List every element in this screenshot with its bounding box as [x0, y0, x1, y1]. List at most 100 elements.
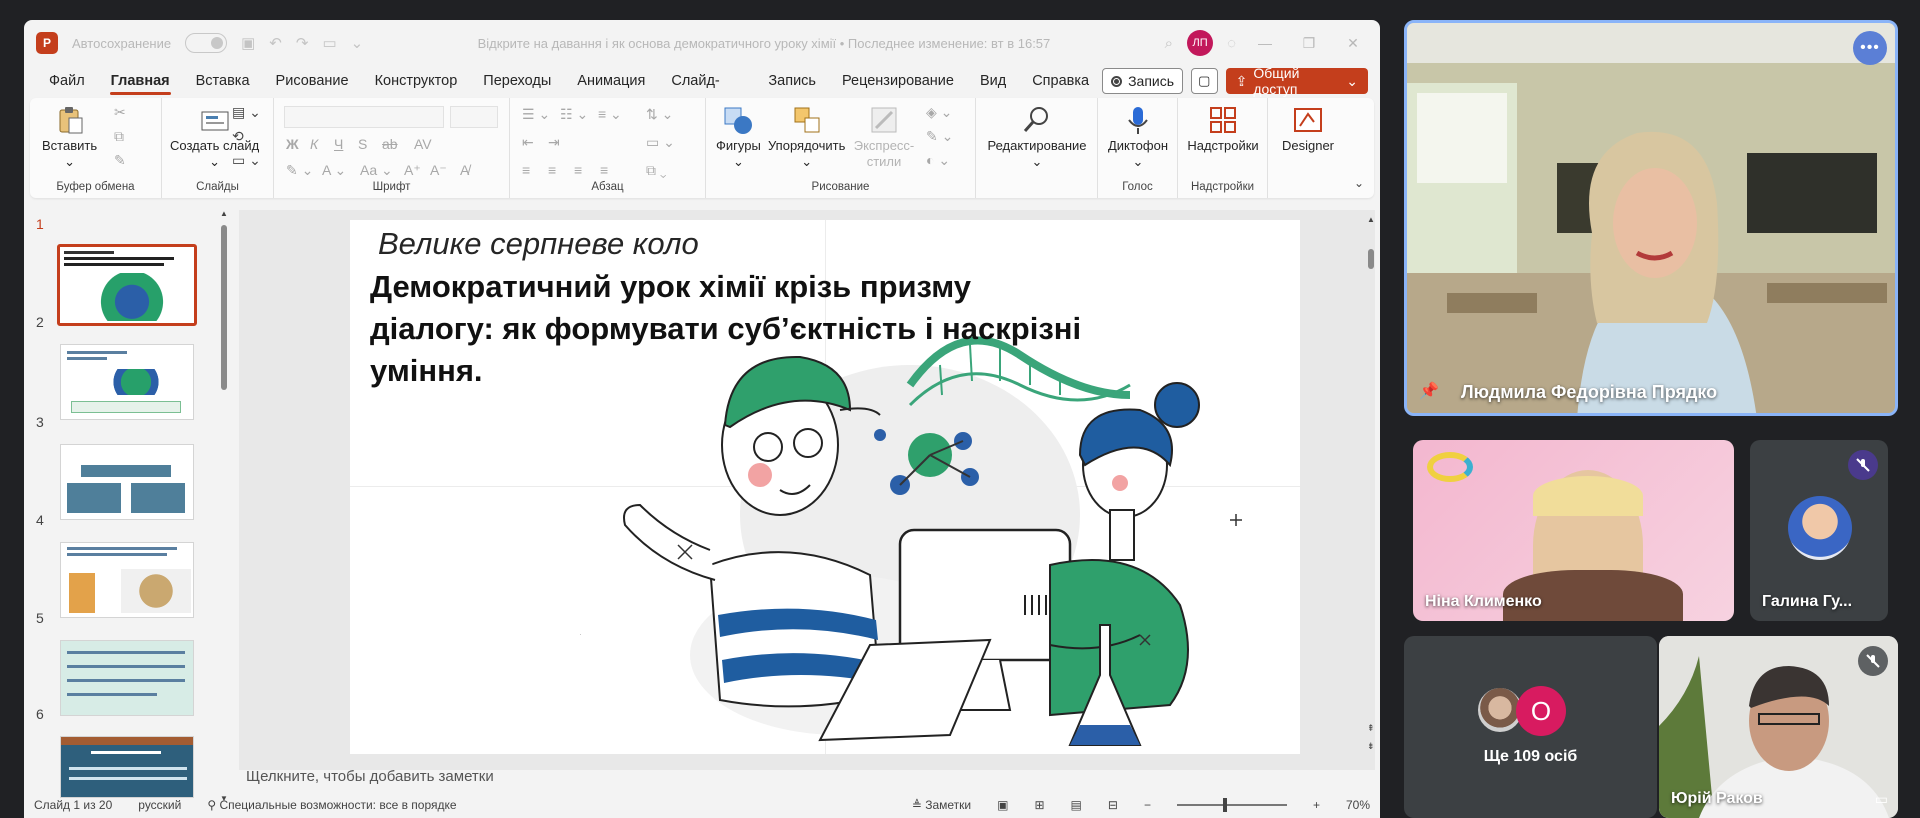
tab-insert[interactable]: Вставка [183, 66, 263, 96]
other-participants-tile[interactable]: О Ще 109 осіб [1404, 636, 1657, 818]
thumbnail-slide-1[interactable] [57, 244, 197, 326]
document-title[interactable]: Відкрите на давання і як основа демократ… [377, 36, 1150, 51]
more-options-icon[interactable]: ••• [1853, 31, 1887, 65]
tab-draw[interactable]: Рисование [263, 66, 362, 96]
cut-icon[interactable]: ✂ [114, 104, 126, 121]
thumbnail-slide-6[interactable] [60, 736, 194, 798]
reset-icon[interactable]: ⟲ [232, 128, 244, 145]
tab-design[interactable]: Конструктор [362, 66, 471, 96]
customize-quick-access-icon[interactable]: ⌄ [351, 34, 364, 52]
accessibility-status[interactable]: ⚲ Специальные возможности: все в порядке [207, 798, 456, 812]
undo-icon[interactable]: ↶ [269, 34, 282, 52]
font-color-icon[interactable]: A ⌄ [322, 162, 346, 179]
increase-font-icon[interactable]: A⁺ [404, 162, 421, 179]
autosave-toggle[interactable] [185, 33, 228, 53]
slide-title[interactable]: Демократичний урок хімії крізь призму ді… [370, 266, 1090, 392]
paste-button[interactable]: Вставить ⌄ [42, 104, 97, 170]
current-slide[interactable]: Велике серпневе коло Демократичний урок … [350, 220, 1300, 754]
slide-subtitle[interactable]: Велике серпневе коло [378, 226, 699, 262]
slide-sorter-icon[interactable]: ⊞ [1034, 798, 1044, 812]
maximize-icon[interactable]: ❐ [1294, 35, 1324, 52]
speaker-video-tile[interactable]: ••• 📌 Людмила Федорівна Прядко [1404, 20, 1898, 416]
layout-icon[interactable]: ▤ ⌄ [232, 104, 261, 121]
decrease-font-icon[interactable]: A⁻ [430, 162, 447, 179]
participant-tile-3[interactable]: Юрій Раков ▭ [1659, 636, 1898, 818]
pin-icon[interactable]: 📌 [1419, 381, 1439, 401]
zoom-in-icon[interactable]: + [1313, 798, 1320, 812]
screen-share-icon[interactable]: ▭ [1875, 791, 1888, 808]
language-indicator[interactable]: русский [138, 798, 181, 812]
record-button[interactable]: Запись [1102, 68, 1184, 94]
search-icon[interactable]: ⌕ [1165, 35, 1173, 52]
thumbnail-slide-2[interactable] [60, 344, 194, 420]
close-icon[interactable]: ✕ [1338, 35, 1368, 52]
tab-transitions[interactable]: Переходы [470, 66, 564, 96]
editing-button[interactable]: Редактирование ⌄ [982, 104, 1092, 170]
minimize-icon[interactable]: — [1250, 35, 1280, 51]
copy-icon[interactable]: ⧉ [114, 128, 124, 145]
bullets-icon[interactable]: ☰ ⌄ [522, 106, 550, 123]
align-left-icon[interactable]: ≡ [522, 162, 530, 178]
clear-format-icon[interactable]: A̸ [460, 162, 469, 178]
dictate-button[interactable]: Диктофон ⌄ [1104, 104, 1172, 170]
tab-slideshow[interactable]: Слайд-шоу [658, 66, 755, 119]
thumbnail-slide-3[interactable] [60, 444, 194, 520]
zoom-slider[interactable] [1176, 798, 1287, 812]
redo-icon[interactable]: ↷ [296, 34, 309, 52]
zoom-level[interactable]: 70% [1346, 798, 1370, 812]
align-right-icon[interactable]: ≡ [574, 162, 582, 178]
tab-home[interactable]: Главная [98, 66, 183, 96]
format-painter-icon[interactable]: ✎ [114, 152, 126, 169]
font-size-box[interactable] [450, 106, 498, 128]
participant-tile-2[interactable]: Галина Гу... [1750, 440, 1888, 621]
section-icon[interactable]: ▭ ⌄ [232, 152, 261, 169]
font-name-box[interactable] [284, 106, 444, 128]
tab-file[interactable]: Файл [36, 66, 98, 96]
comments-button[interactable]: ▢ [1191, 68, 1218, 94]
slide-scrollbar[interactable]: ▲ ⇞ ⇟ [1365, 215, 1377, 770]
zoom-out-icon[interactable]: − [1144, 798, 1151, 812]
addins-button[interactable]: Надстройки [1184, 104, 1262, 154]
notes-toggle[interactable]: ≜ Заметки [912, 798, 971, 812]
thumbnail-slide-4[interactable] [60, 542, 194, 618]
share-button[interactable]: ⇪ Общий доступ ⌄ [1225, 65, 1369, 97]
tab-review[interactable]: Рецензирование [829, 66, 967, 96]
shapes-button[interactable]: Фигуры ⌄ [716, 104, 761, 170]
numbering-icon[interactable]: ☷ ⌄ [560, 106, 588, 123]
increase-indent-icon[interactable]: ⇥ [548, 134, 560, 151]
user-avatar[interactable]: ЛП [1187, 30, 1214, 56]
arrange-button[interactable]: Упорядочить ⌄ [768, 104, 845, 170]
italic-button[interactable]: К [310, 136, 318, 152]
shape-effects-icon[interactable]: ◐ ⌄ [926, 152, 950, 169]
notes-placeholder[interactable]: Щелкните, чтобы добавить заметки [246, 768, 494, 785]
tab-record[interactable]: Запись [755, 66, 829, 96]
line-spacing-icon[interactable]: ≡ ⌄ [598, 106, 622, 123]
save-icon[interactable]: ▣ [241, 34, 255, 52]
designer-button[interactable]: Designer [1274, 104, 1342, 154]
ribbon-expand-icon[interactable]: ⌄ [1354, 176, 1364, 190]
tab-animations[interactable]: Анимация [564, 66, 658, 96]
change-case-icon[interactable]: Aa ⌄ [360, 162, 393, 179]
justify-icon[interactable]: ≡ [600, 162, 608, 178]
strikethrough-button[interactable]: ab [382, 136, 398, 152]
shadow-button[interactable]: S [358, 136, 367, 152]
highlight-icon[interactable]: ✎ ⌄ [286, 162, 313, 179]
thumbnail-scrollbar[interactable]: ▲ ▼ [220, 209, 228, 803]
smartart-icon[interactable]: ⧉ ⌄ [646, 162, 667, 179]
shape-outline-icon[interactable]: ✎ ⌄ [926, 128, 953, 145]
tab-view[interactable]: Вид [967, 66, 1019, 96]
decrease-indent-icon[interactable]: ⇤ [522, 134, 534, 151]
char-spacing-button[interactable]: AV [414, 136, 432, 152]
quick-styles-button[interactable]: Экспресс-стили [854, 104, 914, 170]
align-text-icon[interactable]: ▭ ⌄ [646, 134, 675, 151]
bold-button[interactable]: Ж [286, 136, 299, 152]
align-center-icon[interactable]: ≡ [548, 162, 556, 178]
text-direction-icon[interactable]: ⇅ ⌄ [646, 106, 673, 123]
slideshow-view-icon[interactable]: ⊟ [1108, 798, 1118, 812]
participant-tile-1[interactable]: Ніна Клименко [1413, 440, 1734, 621]
tab-help[interactable]: Справка [1019, 66, 1102, 96]
slideshow-start-icon[interactable]: ▭ [322, 34, 336, 52]
shape-fill-icon[interactable]: ◈ ⌄ [926, 104, 952, 121]
underline-button[interactable]: Ч [334, 136, 343, 152]
lightbulb-icon[interactable]: ◌ [1227, 35, 1236, 52]
